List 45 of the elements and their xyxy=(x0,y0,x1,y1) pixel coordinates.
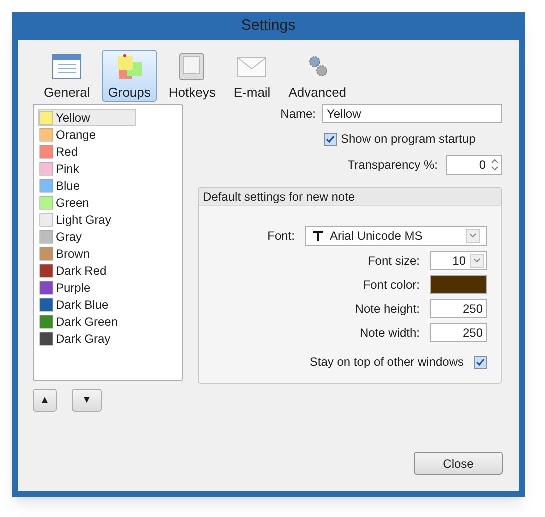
group-item[interactable]: Dark Gray xyxy=(38,330,136,347)
close-button[interactable]: Close xyxy=(414,452,503,475)
group-item[interactable]: Dark Blue xyxy=(38,296,136,313)
checkbox[interactable] xyxy=(324,132,337,146)
font-icon xyxy=(312,230,324,242)
toolbar-tab[interactable]: Hotkeys xyxy=(162,50,222,102)
window-title: Settings xyxy=(241,16,296,36)
field-label: Font size: xyxy=(368,252,420,270)
group-title: Default settings for new note xyxy=(203,188,356,206)
font-size-dropdown[interactable]: 10 xyxy=(430,251,487,270)
group-item[interactable]: Yellow xyxy=(38,109,136,126)
group-item[interactable]: Gray xyxy=(38,228,136,245)
group-item[interactable]: Purple xyxy=(38,279,136,296)
field-label: Note height: xyxy=(355,300,420,318)
transparency-spinner[interactable]: 0 xyxy=(446,155,502,175)
font-dropdown[interactable]: Arial Unicode MS xyxy=(305,226,487,246)
name-field[interactable]: Yellow xyxy=(322,104,502,123)
group-item[interactable]: Orange xyxy=(38,126,136,143)
window-icon xyxy=(51,53,84,81)
group-item[interactable]: Pink xyxy=(38,160,136,177)
group-item[interactable]: Dark Red xyxy=(38,262,136,279)
move-up-button[interactable]: ▲ xyxy=(33,389,57,412)
toolbar-tab[interactable]: E-mail xyxy=(228,50,277,102)
field-label: Name: xyxy=(280,106,316,122)
toolbar-tab[interactable]: Groups xyxy=(102,50,157,102)
spin-arrows-icon[interactable] xyxy=(489,157,501,173)
checkbox-label: Show on program startup xyxy=(341,131,476,148)
toolbar-tab[interactable]: Advanced xyxy=(282,50,353,102)
move-down-button[interactable]: ▼ xyxy=(72,389,102,412)
group-item[interactable]: Light Gray xyxy=(38,211,136,228)
field-label: Font: xyxy=(268,228,295,245)
field-label: Transparency %: xyxy=(348,157,438,174)
group-item[interactable]: Red xyxy=(38,143,136,160)
checkbox[interactable] xyxy=(474,356,487,368)
toolbar-tab[interactable]: General xyxy=(38,50,96,102)
color-swatch[interactable] xyxy=(430,275,487,294)
group-item[interactable]: Dark Green xyxy=(38,313,136,330)
checkbox-label: Stay on top of other windows xyxy=(310,354,464,371)
field-label: Font color: xyxy=(363,276,420,294)
note-height-field[interactable]: 250 xyxy=(430,299,487,318)
group-item[interactable]: Green xyxy=(38,194,136,211)
group-item[interactable]: Brown xyxy=(38,245,136,262)
note-width-field[interactable]: 250 xyxy=(430,323,487,342)
group-item[interactable]: Blue xyxy=(38,177,136,194)
field-label: Note width: xyxy=(360,324,420,342)
